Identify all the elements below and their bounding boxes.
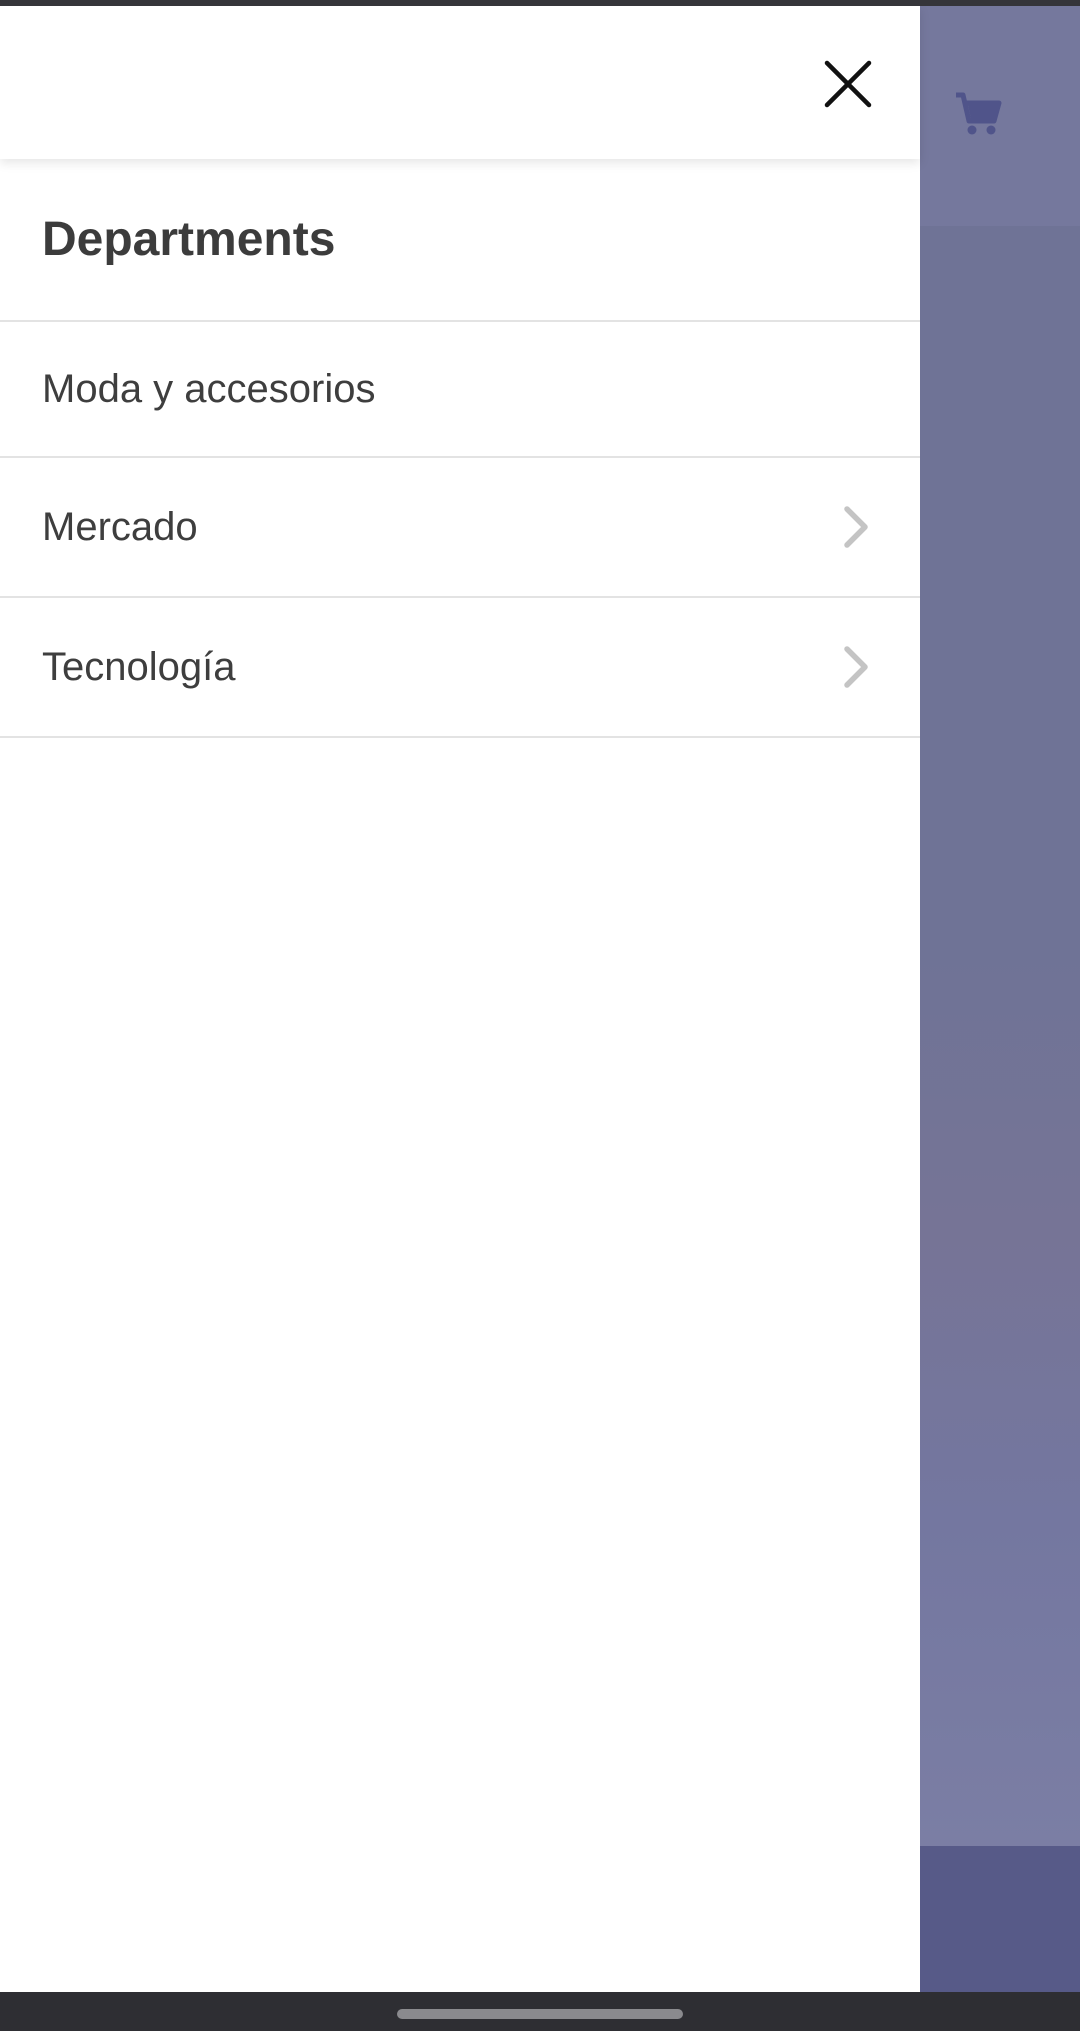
navigation-drawer: Departments Moda y accesorios Mercado Te…	[0, 6, 920, 1992]
background-app-header	[920, 6, 1080, 226]
departments-title: Departments	[42, 213, 336, 266]
status-bar	[0, 0, 1080, 6]
chevron-right-icon	[836, 643, 876, 691]
menu-item-label: Tecnología	[42, 645, 236, 689]
menu-item-moda-y-accesorios[interactable]: Moda y accesorios	[0, 322, 920, 456]
menu-item-tecnologia[interactable]: Tecnología	[0, 598, 920, 736]
screen: Departments Moda y accesorios Mercado Te…	[0, 0, 1080, 2031]
home-indicator[interactable]	[397, 2009, 683, 2019]
system-navigation-bar	[0, 1992, 1080, 2031]
chevron-right-icon	[836, 503, 876, 551]
menu-item-label: Moda y accesorios	[42, 367, 376, 411]
background-scrim[interactable]	[920, 6, 1080, 1992]
drawer-header	[0, 6, 920, 159]
close-button[interactable]	[808, 46, 888, 126]
background-hero-banner	[920, 226, 1080, 1846]
menu-item-label: Mercado	[42, 505, 198, 549]
shopping-cart-icon	[954, 91, 1002, 142]
cart-button	[950, 88, 1006, 144]
divider	[0, 736, 920, 738]
close-icon	[823, 59, 873, 114]
menu-item-mercado[interactable]: Mercado	[0, 458, 920, 596]
background-bottom-section	[920, 1846, 1080, 1992]
